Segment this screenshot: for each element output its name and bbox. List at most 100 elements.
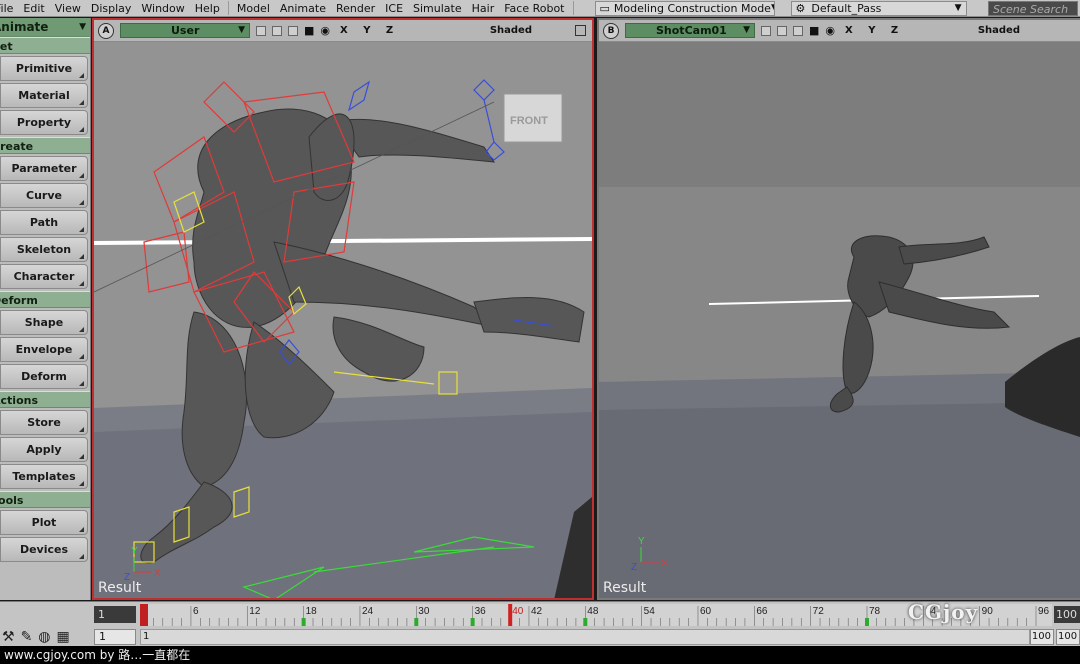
parameter-button[interactable]: Parameter	[0, 156, 88, 181]
render-pass-label: Default_Pass	[811, 1, 882, 15]
menu-file[interactable]: File	[0, 0, 18, 17]
path-button[interactable]: Path	[0, 210, 88, 235]
memo-cam-button-3[interactable]	[288, 25, 298, 36]
chevron-down-icon: ▼	[79, 21, 86, 32]
menu-display[interactable]: Display	[86, 0, 137, 17]
camera-selector[interactable]: ShotCam01 ▼	[625, 23, 755, 38]
memo-cam-button-3[interactable]	[793, 25, 803, 36]
range-start-label: 1	[143, 631, 150, 642]
memo-cam-button-2[interactable]	[272, 25, 282, 36]
menu-face-robot[interactable]: Face Robot	[499, 0, 569, 17]
button-label: Property	[16, 116, 72, 129]
property-button[interactable]: Property	[0, 110, 88, 135]
submenu-corner-icon	[79, 427, 84, 432]
section-deform[interactable]: Deform	[0, 291, 90, 308]
button-label: Plot	[31, 516, 57, 529]
button-label: Primitive	[15, 62, 73, 75]
view-cube[interactable]: FRONT	[503, 93, 563, 143]
range-end-field-2[interactable]: 100	[1056, 629, 1080, 645]
keyframe-marker	[470, 618, 475, 626]
viewport-a-canvas[interactable]: FRONT Y X Z	[94, 42, 592, 600]
submenu-corner-icon	[79, 454, 84, 459]
construction-mode-combo[interactable]: ▭ Modeling Construction Mode ▼	[594, 0, 775, 16]
menu-items: FileEditViewDisplayWindowHelp ModelAnimat…	[0, 0, 570, 17]
camera-selector[interactable]: User ▼	[120, 23, 250, 38]
menu-edit[interactable]: Edit	[18, 0, 49, 17]
menu-view[interactable]: View	[50, 0, 86, 17]
menubar-separator	[227, 1, 229, 15]
submenu-corner-icon	[79, 327, 84, 332]
footer-caption: www.cgjoy.com by 路…一直都在	[0, 646, 1080, 664]
ruler-tick-label: 42	[531, 606, 543, 617]
material-button[interactable]: Material	[0, 83, 88, 108]
viewport-letter[interactable]: A	[98, 22, 114, 39]
axis-toggle[interactable]: X Y Z	[340, 25, 399, 36]
button-label: Deform	[21, 370, 67, 383]
menu-hair[interactable]: Hair	[467, 0, 500, 17]
primitive-button[interactable]: Primitive	[0, 56, 88, 81]
button-label: Character	[13, 270, 75, 283]
render-pass-combo[interactable]: ⚙ Default_Pass ▼	[790, 0, 967, 16]
svg-text:FRONT: FRONT	[510, 115, 548, 127]
menu-window[interactable]: Window	[136, 0, 189, 17]
memo-cam-button-2[interactable]	[777, 25, 787, 36]
timeline-end-field[interactable]: 100	[1054, 606, 1080, 623]
section-set[interactable]: Set	[0, 37, 90, 54]
menu-animate[interactable]: Animate	[275, 0, 331, 17]
maximize-icon[interactable]	[575, 25, 586, 36]
viewport-b-canvas[interactable]: Y X Z	[599, 42, 1080, 600]
timeline-in-field[interactable]: 1	[94, 629, 136, 645]
memo-cam-button[interactable]	[761, 25, 771, 36]
display-mode-menu[interactable]: Shaded	[490, 25, 532, 36]
eye-icon[interactable]: ◉	[320, 24, 330, 37]
axis-toggle[interactable]: X Y Z	[845, 25, 904, 36]
submenu-corner-icon	[79, 254, 84, 259]
menu-model[interactable]: Model	[232, 0, 275, 17]
memo-cam-button[interactable]	[256, 25, 266, 36]
envelope-button[interactable]: Envelope	[0, 337, 88, 362]
timeline-start-field[interactable]: 1	[94, 606, 136, 623]
viewport-letter[interactable]: B	[603, 22, 619, 39]
eye-icon[interactable]: ◉	[825, 24, 835, 37]
camera-icon[interactable]: ■	[304, 24, 314, 37]
toolbar-panel-selector[interactable]: Animate ▼	[0, 18, 90, 37]
templates-button[interactable]: Templates	[0, 464, 88, 489]
display-mode-menu[interactable]: Shaded	[978, 25, 1020, 36]
apply-button[interactable]: Apply	[0, 437, 88, 462]
section-tools[interactable]: Tools	[0, 491, 90, 508]
character-button[interactable]: Character	[0, 264, 88, 289]
keyframe-marker	[301, 618, 306, 626]
camera-label: ShotCam01	[656, 24, 727, 37]
scene-search-input[interactable]: Scene Search	[988, 1, 1078, 16]
camera-icon[interactable]: ■	[809, 24, 819, 37]
shape-button[interactable]: Shape	[0, 310, 88, 335]
viewport-a[interactable]: A User ▼ ■ ◉ X Y Z Shaded FRONT Y X Z Re…	[92, 18, 594, 600]
menu-render[interactable]: Render	[331, 0, 380, 17]
submenu-corner-icon	[79, 354, 84, 359]
range-end-field[interactable]: 100	[1030, 629, 1054, 645]
curve-button[interactable]: Curve	[0, 183, 88, 208]
svg-text:X: X	[154, 568, 161, 579]
button-label: Skeleton	[16, 243, 72, 256]
menubar-separator	[572, 1, 574, 15]
grid-icon[interactable]: ▦	[57, 629, 70, 645]
ruler-tick-label: 12	[249, 606, 261, 617]
store-button[interactable]: Store	[0, 410, 88, 435]
section-actions[interactable]: Actions	[0, 391, 90, 408]
wrench-icon[interactable]: ⚒	[2, 629, 15, 645]
menu-help[interactable]: Help	[190, 0, 225, 17]
skeleton-button[interactable]: Skeleton	[0, 237, 88, 262]
svg-text:Y: Y	[131, 546, 138, 557]
sphere-icon[interactable]: ◍	[38, 629, 50, 645]
deform-button[interactable]: Deform	[0, 364, 88, 389]
section-create[interactable]: Create	[0, 137, 90, 154]
menu-simulate[interactable]: Simulate	[408, 0, 467, 17]
brush-icon[interactable]: ✎	[21, 629, 33, 645]
plot-button[interactable]: Plot	[0, 510, 88, 535]
menubar: FileEditViewDisplayWindowHelp ModelAnimat…	[0, 0, 1080, 17]
menu-ice[interactable]: ICE	[380, 0, 408, 17]
viewport-b[interactable]: B ShotCam01 ▼ ■ ◉ X Y Z Shaded Y X Z Res…	[597, 18, 1080, 600]
devices-button[interactable]: Devices	[0, 537, 88, 562]
timeline-range-bar[interactable]: 1	[140, 629, 1030, 645]
ruler-tick-label: 18	[306, 606, 318, 617]
